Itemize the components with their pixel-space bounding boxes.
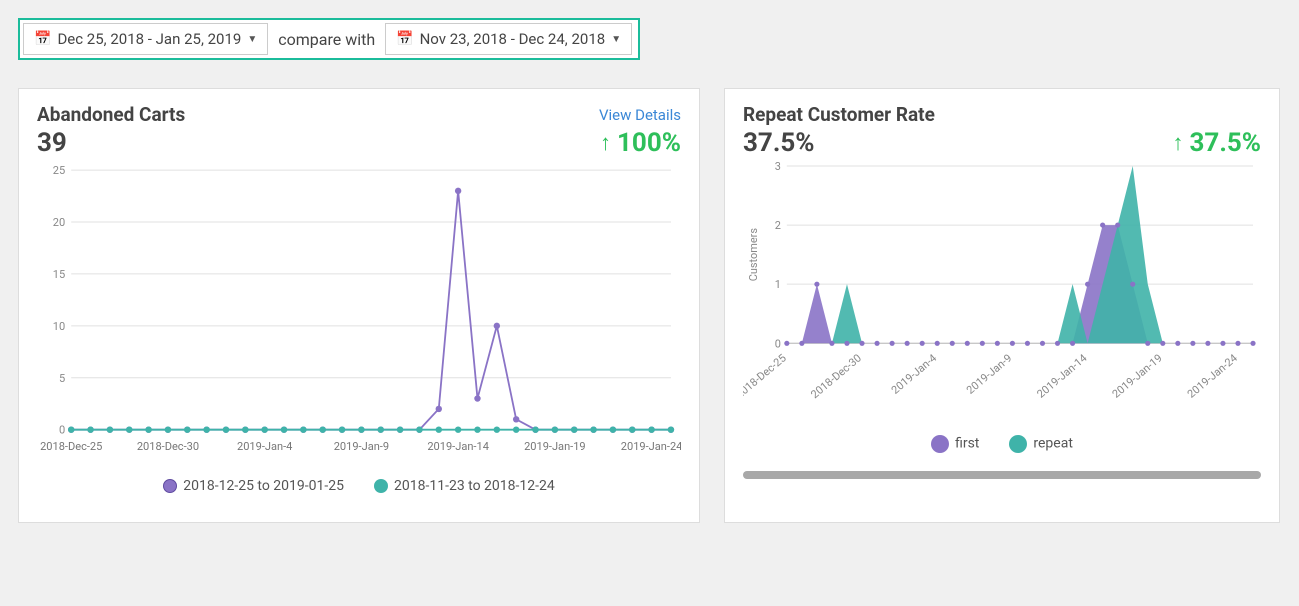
abandoned-count: 39 <box>37 128 67 158</box>
abandoned-carts-card: Abandoned Carts View Details 39 ↑ 100% 0… <box>18 88 700 523</box>
svg-text:2018-Dec-25: 2018-Dec-25 <box>743 352 789 402</box>
svg-text:2018-Dec-30: 2018-Dec-30 <box>808 352 864 402</box>
card-title: Repeat Customer Rate <box>743 103 935 126</box>
legend-label: 2018-12-25 to 2019-01-25 <box>183 478 344 494</box>
primary-date-range-text: Dec 25, 2018 - Jan 25, 2019 <box>57 30 241 48</box>
abandoned-delta: ↑ 100% <box>600 128 681 158</box>
svg-text:10: 10 <box>53 320 65 333</box>
repeat-customer-card: Repeat Customer Rate 37.5% ↑ 37.5% 0 1 2 3 C… <box>724 88 1280 523</box>
repeat-rate: 37.5% <box>743 128 815 158</box>
chevron-down-icon: ▼ <box>611 34 621 45</box>
legend-label: repeat <box>1033 436 1073 452</box>
horizontal-scrollbar[interactable] <box>743 471 1261 479</box>
card-title: Abandoned Carts <box>37 103 185 126</box>
legend-item: 2018-11-23 to 2018-12-24 <box>374 478 555 494</box>
view-details-link[interactable]: View Details <box>599 106 681 124</box>
repeat-customer-chart: 0 1 2 3 Customers 2018-Dec-25 2018-Dec-30 2019-… <box>743 158 1261 417</box>
abandoned-delta-value: 100% <box>617 128 681 158</box>
svg-text:2019-Jan-4: 2019-Jan-4 <box>889 352 939 397</box>
compare-date-range-picker[interactable]: 📅 Nov 23, 2018 - Dec 24, 2018 ▼ <box>385 23 632 55</box>
abandoned-legend: 2018-12-25 to 2019-01-25 2018-11-23 to 2… <box>37 478 681 494</box>
arrow-up-icon: ↑ <box>600 130 611 156</box>
svg-text:3: 3 <box>775 160 781 173</box>
svg-text:0: 0 <box>59 424 65 437</box>
svg-text:2019-Jan-14: 2019-Jan-14 <box>1034 352 1089 401</box>
svg-text:0: 0 <box>775 337 781 350</box>
svg-text:Customers: Customers <box>747 228 760 282</box>
svg-text:1: 1 <box>775 278 781 291</box>
repeat-delta-value: 37.5% <box>1189 128 1261 158</box>
svg-text:2019-Jan-9: 2019-Jan-9 <box>334 440 389 453</box>
svg-text:2018-Dec-25: 2018-Dec-25 <box>40 440 102 453</box>
svg-text:5: 5 <box>59 372 65 385</box>
svg-text:20: 20 <box>53 216 65 229</box>
repeat-legend: first repeat <box>743 435 1261 453</box>
svg-text:2019-Jan-24: 2019-Jan-24 <box>1185 352 1240 401</box>
calendar-icon: 📅 <box>34 31 51 47</box>
svg-text:2019-Jan-24: 2019-Jan-24 <box>621 440 681 453</box>
compare-date-range-text: Nov 23, 2018 - Dec 24, 2018 <box>420 30 606 48</box>
legend-item: first <box>931 435 979 453</box>
arrow-up-icon: ↑ <box>1172 130 1183 156</box>
abandoned-carts-chart: 0 5 10 15 20 25 2018-Dec-25 2018-Dec-30 2019-Jan… <box>37 158 681 460</box>
svg-text:2018-Dec-30: 2018-Dec-30 <box>137 440 199 453</box>
date-range-bar: 📅 Dec 25, 2018 - Jan 25, 2019 ▼ compare … <box>18 18 640 60</box>
compare-label: compare with <box>278 30 375 49</box>
legend-label: first <box>955 436 979 452</box>
legend-item: 2018-12-25 to 2019-01-25 <box>163 478 344 494</box>
svg-text:2019-Jan-19: 2019-Jan-19 <box>1110 352 1165 401</box>
chevron-down-icon: ▼ <box>247 34 257 45</box>
svg-text:2019-Jan-14: 2019-Jan-14 <box>427 440 489 453</box>
svg-text:25: 25 <box>53 164 65 177</box>
calendar-icon: 📅 <box>396 31 413 47</box>
repeat-delta: ↑ 37.5% <box>1172 128 1261 158</box>
primary-date-range-picker[interactable]: 📅 Dec 25, 2018 - Jan 25, 2019 ▼ <box>23 23 268 55</box>
svg-text:2: 2 <box>775 219 781 232</box>
legend-label: 2018-11-23 to 2018-12-24 <box>394 478 555 494</box>
legend-item: repeat <box>1009 435 1073 453</box>
svg-text:2019-Jan-4: 2019-Jan-4 <box>237 440 292 453</box>
svg-text:15: 15 <box>53 268 65 281</box>
svg-text:2019-Jan-9: 2019-Jan-9 <box>964 352 1014 397</box>
svg-text:2019-Jan-19: 2019-Jan-19 <box>524 440 586 453</box>
